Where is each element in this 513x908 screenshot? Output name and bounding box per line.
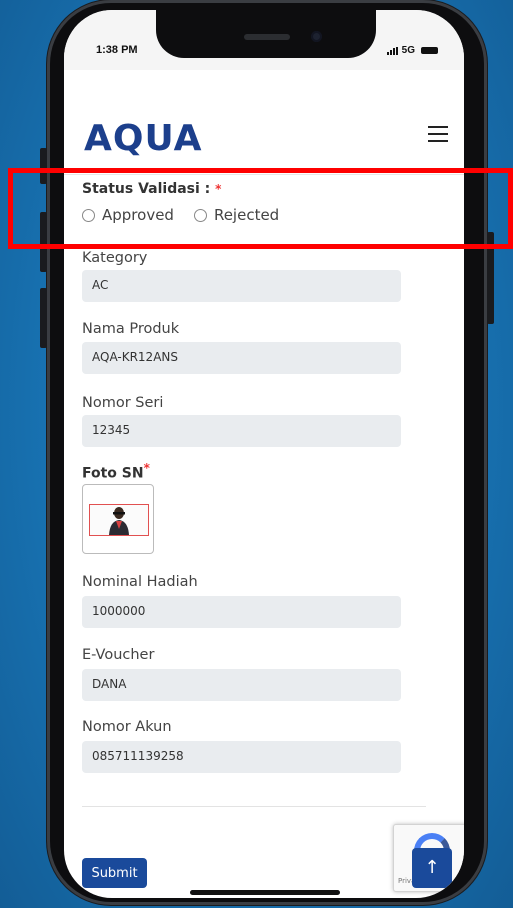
nominal-hadiah-label: Nominal Hadiah xyxy=(82,574,198,590)
app-header: AQUA xyxy=(64,100,464,175)
approved-radio[interactable] xyxy=(82,208,95,222)
rejected-radio[interactable] xyxy=(193,208,207,222)
nomor-seri-label: Nomor Seri xyxy=(82,395,164,411)
nomor-seri-field[interactable]: 12345 xyxy=(82,415,401,447)
volume-up-button xyxy=(40,212,47,272)
signal-icon xyxy=(386,46,398,55)
form-divider xyxy=(82,806,426,807)
nominal-hadiah-field[interactable]: 1000000 xyxy=(82,596,401,628)
nama-produk-label: Nama Produk xyxy=(82,321,180,337)
submit-button[interactable]: Submit xyxy=(82,858,147,888)
foto-sn-text: Foto SN xyxy=(82,465,144,482)
battery-icon xyxy=(421,47,438,54)
foto-sn-thumbnail[interactable] xyxy=(82,484,154,554)
approved-label[interactable]: Approved xyxy=(102,206,174,224)
hamburger-icon[interactable] xyxy=(428,126,448,142)
mute-switch xyxy=(40,148,47,184)
arrow-up-icon: ↑ xyxy=(424,857,440,878)
status-validasi-label: Status Validasi : * xyxy=(82,181,221,197)
person-photo-icon xyxy=(109,507,129,535)
volume-down-button xyxy=(40,288,47,348)
front-camera xyxy=(311,31,322,42)
kategori-field[interactable]: AC xyxy=(82,270,401,302)
required-marker: * xyxy=(215,182,222,196)
home-indicator[interactable] xyxy=(190,890,340,895)
status-bar-gap xyxy=(144,70,384,100)
nomor-akun-label: Nomor Akun xyxy=(82,719,172,735)
status-radio-group: Approved Rejected xyxy=(82,206,299,224)
notch xyxy=(156,10,376,58)
nomor-akun-field[interactable]: 085711139258 xyxy=(82,741,401,773)
power-button xyxy=(487,232,494,324)
foto-sn-label: Foto SN* xyxy=(82,461,150,482)
network-label: 5G xyxy=(401,45,415,56)
e-voucher-field[interactable]: DANA xyxy=(82,669,401,701)
nama-produk-field[interactable]: AQA-KR12ANS xyxy=(82,342,401,374)
photo-image xyxy=(89,504,149,536)
aqua-logo[interactable]: AQUA xyxy=(84,118,202,159)
status-indicators: 5G xyxy=(386,45,438,56)
status-time: 1:38 PM xyxy=(96,44,138,56)
scroll-top-button[interactable]: ↑ xyxy=(412,848,452,888)
status-validasi-text: Status Validasi : xyxy=(82,181,211,197)
rejected-label[interactable]: Rejected xyxy=(214,206,279,224)
phone-screen: 1:38 PM 5G AQUA Status Validasi : * Appr… xyxy=(64,10,464,898)
e-voucher-label: E-Voucher xyxy=(82,647,155,663)
required-marker: * xyxy=(143,461,150,475)
kategori-label: Kategory xyxy=(82,250,148,266)
speaker-grille xyxy=(244,34,290,40)
